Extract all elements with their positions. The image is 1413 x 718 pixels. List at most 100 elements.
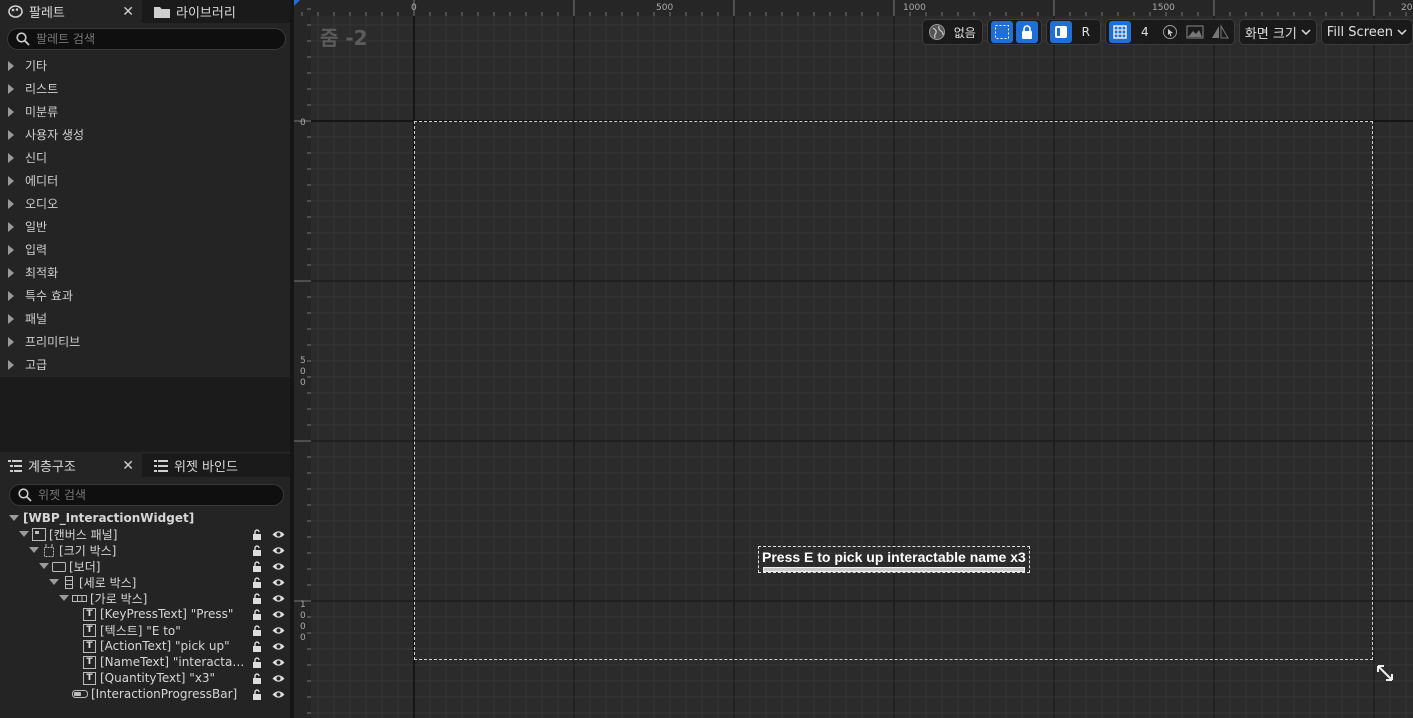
eye-icon[interactable] xyxy=(272,609,285,620)
lock-toggle-button[interactable] xyxy=(1015,21,1038,43)
select-mode-button[interactable] xyxy=(1159,21,1181,43)
tree-root[interactable]: [WBP_InteractionWidget] xyxy=(0,510,290,526)
palette-category[interactable]: 최적화 xyxy=(0,261,290,284)
hierarchy-tabbar: 계층구조 ✕ 위젯 바인드 xyxy=(0,454,290,477)
text-icon: T xyxy=(83,655,96,669)
eye-icon[interactable] xyxy=(272,545,285,556)
world-space-label[interactable]: 없음 xyxy=(951,21,979,43)
globe-button[interactable] xyxy=(926,21,948,43)
r-toggle-button[interactable]: R xyxy=(1075,21,1097,43)
background-button[interactable] xyxy=(1184,21,1206,43)
interaction-widget-preview[interactable]: Press E to pick up interactable name x3 xyxy=(758,546,1030,573)
palette-category[interactable]: 리스트 xyxy=(0,77,290,100)
palette-category-label: 사용자 생성 xyxy=(25,128,85,142)
tree-item[interactable]: T [KeyPressText] "Press" xyxy=(0,606,290,622)
marquee-select-button[interactable] xyxy=(990,21,1013,43)
eye-icon[interactable] xyxy=(272,561,285,572)
expand-arrow-icon xyxy=(8,313,14,324)
progress-bar-icon xyxy=(72,690,88,698)
lock-icon[interactable] xyxy=(252,672,265,684)
widget-search xyxy=(9,484,284,506)
palette-category[interactable]: 패널 xyxy=(0,307,290,330)
lock-icon[interactable] xyxy=(252,592,265,604)
tree-item[interactable]: T [QuantityText] "x3" xyxy=(0,670,290,686)
palette-category[interactable]: 사용자 생성 xyxy=(0,123,290,146)
palette-category-label: 입력 xyxy=(25,243,48,257)
palette-category[interactable]: 오디오 xyxy=(0,192,290,215)
vertical-box-icon xyxy=(65,575,73,589)
palette-category[interactable]: 기타 xyxy=(0,54,290,77)
tree-item[interactable]: T [ActionText] "pick up" xyxy=(0,638,290,654)
interaction-progress-bar xyxy=(763,567,1025,572)
tree-item-label: [텍스트] "E to" xyxy=(100,623,181,638)
respect-locks-group: R xyxy=(1045,19,1101,45)
palette-category[interactable]: 일반 xyxy=(0,215,290,238)
close-icon[interactable]: ✕ xyxy=(122,4,134,20)
expand-arrow-icon xyxy=(8,221,14,232)
tree-item[interactable]: T [NameText] "interactable ... xyxy=(0,654,290,670)
lock-icon[interactable] xyxy=(252,688,265,700)
eye-icon[interactable] xyxy=(272,641,285,652)
palette-category[interactable]: 고급 xyxy=(0,353,290,376)
grid-snap-value[interactable]: 4 xyxy=(1134,21,1156,43)
lock-icon[interactable] xyxy=(252,528,265,540)
hierarchy-tree: [WBP_InteractionWidget] [캔버스 패널] [크기 박스]… xyxy=(0,510,290,702)
lock-icon[interactable] xyxy=(252,640,265,652)
designer-viewport[interactable]: 0 500 1000 1500 20 05001000 줌 -2 없음 R 4 … xyxy=(294,0,1413,718)
palette-search-input[interactable] xyxy=(36,32,256,46)
tab-hierarchy[interactable]: 계층구조 ✕ xyxy=(0,454,142,477)
palette-category[interactable]: 미분류 xyxy=(0,100,290,123)
tab-hierarchy-label: 계층구조 xyxy=(28,460,76,475)
zoom-label: 줌 -2 xyxy=(320,26,368,50)
tree-item[interactable]: [세로 박스] xyxy=(0,574,290,590)
eye-icon[interactable] xyxy=(272,689,285,700)
tree-item[interactable]: [보더] xyxy=(0,558,290,574)
ruler-label-left: 500 xyxy=(300,356,306,388)
viewport-toolbar: 없음 R 4 화면 크기 Fill Screen xyxy=(921,18,1413,46)
lock-icon[interactable] xyxy=(252,656,265,668)
left-panel: 팔레트 ✕ 라이브러리 기타 리스트 미분류 사용자 생성 신디 에디터 오디오… xyxy=(0,0,290,718)
tab-library[interactable]: 라이브러리 xyxy=(146,0,244,23)
eye-icon[interactable] xyxy=(272,625,285,636)
lock-icon[interactable] xyxy=(252,624,265,636)
flip-button[interactable] xyxy=(1209,21,1231,43)
text-icon: T xyxy=(83,639,96,653)
lock-icon[interactable] xyxy=(252,544,265,556)
interaction-prompt-text: Press E to pick up interactable name x3 xyxy=(762,549,1026,565)
palette-category[interactable]: 에디터 xyxy=(0,169,290,192)
collapse-arrow-icon xyxy=(39,563,49,569)
eye-icon[interactable] xyxy=(272,529,285,540)
palette-category[interactable]: 프리미티브 xyxy=(0,330,290,353)
screen-size-dropdown[interactable]: 화면 크기 xyxy=(1238,19,1317,45)
tree-item-label: [KeyPressText] "Press" xyxy=(100,607,234,621)
list-icon xyxy=(154,459,168,472)
cursor-select-icon xyxy=(1162,25,1177,39)
fill-screen-dropdown[interactable]: Fill Screen xyxy=(1320,19,1413,45)
resize-handle-icon[interactable] xyxy=(1376,664,1394,682)
widget-search-input[interactable] xyxy=(38,488,258,502)
ruler-label-top: 500 xyxy=(656,3,673,13)
eye-icon[interactable] xyxy=(272,673,285,684)
collapse-arrow-icon xyxy=(19,531,29,537)
tab-widget-bindings[interactable]: 위젯 바인드 xyxy=(146,454,246,477)
tree-item[interactable]: [가로 박스] xyxy=(0,590,290,606)
expand-arrow-icon xyxy=(8,359,14,370)
palette-category[interactable]: 신디 xyxy=(0,146,290,169)
lock-icon[interactable] xyxy=(252,576,265,588)
tree-item[interactable]: [InteractionProgressBar] xyxy=(0,686,290,702)
eye-icon[interactable] xyxy=(272,577,285,588)
eye-icon[interactable] xyxy=(272,657,285,668)
grid-snap-button[interactable] xyxy=(1108,21,1131,43)
tree-item[interactable]: [크기 박스] xyxy=(0,542,290,558)
tree-item[interactable]: [캔버스 패널] xyxy=(0,526,290,542)
tree-item[interactable]: T [텍스트] "E to" xyxy=(0,622,290,638)
layout-toggle-button[interactable] xyxy=(1049,21,1072,43)
lock-icon[interactable] xyxy=(252,560,265,572)
eye-icon[interactable] xyxy=(272,593,285,604)
tab-palette[interactable]: 팔레트 ✕ xyxy=(0,0,142,23)
fill-screen-label: Fill Screen xyxy=(1326,24,1393,40)
close-icon[interactable]: ✕ xyxy=(122,458,134,474)
lock-icon[interactable] xyxy=(252,608,265,620)
palette-category[interactable]: 입력 xyxy=(0,238,290,261)
palette-category[interactable]: 특수 효과 xyxy=(0,284,290,307)
